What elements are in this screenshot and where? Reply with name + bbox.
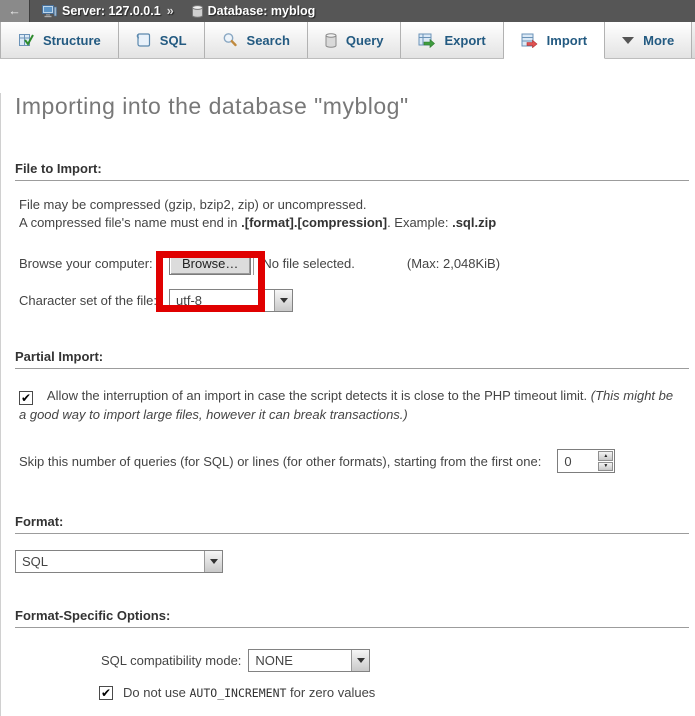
tab-label: Search bbox=[247, 33, 290, 48]
tab-label: Export bbox=[444, 33, 485, 48]
tab-bar: Structure SQL Search Query Export Import… bbox=[0, 22, 695, 59]
tab-export[interactable]: Export bbox=[401, 22, 503, 58]
section-heading-format-specific: Format-Specific Options: bbox=[15, 608, 689, 628]
charset-label: Character set of the file: bbox=[19, 293, 169, 308]
select-dropdown-button[interactable] bbox=[204, 551, 222, 572]
auto-increment-code: AUTO_INCREMENT bbox=[190, 686, 287, 700]
skip-queries-label: Skip this number of queries (for SQL) or… bbox=[19, 454, 541, 469]
skip-queries-spinner[interactable]: 0 ▲ ▼ bbox=[557, 449, 615, 473]
server-icon bbox=[42, 5, 57, 18]
no-file-selected-text: No file selected. bbox=[262, 256, 355, 271]
tab-sql[interactable]: SQL bbox=[119, 22, 205, 58]
sql-zip-example: .sql.zip bbox=[452, 215, 496, 230]
format-select[interactable]: SQL bbox=[15, 550, 223, 573]
auto-increment-row: ✔ Do not use AUTO_INCREMENT for zero val… bbox=[99, 685, 695, 700]
file-upload-row: Browse your computer: Browse… No file se… bbox=[19, 252, 695, 275]
file-input-divider bbox=[253, 253, 254, 275]
dropdown-arrow-icon bbox=[280, 298, 288, 303]
browse-button[interactable]: Browse… bbox=[169, 252, 251, 275]
database-icon bbox=[192, 5, 203, 18]
compression-info-line1: File may be compressed (gzip, bzip2, zip… bbox=[19, 196, 685, 213]
breadcrumb-separator: » bbox=[167, 4, 174, 18]
chevron-down-icon bbox=[622, 37, 634, 44]
page-title: Importing into the database "myblog" bbox=[15, 93, 695, 120]
charset-row: Character set of the file: utf-8 bbox=[19, 289, 695, 312]
auto-increment-label: Do not use AUTO_INCREMENT for zero value… bbox=[123, 685, 375, 700]
format-selected-value: SQL bbox=[16, 551, 204, 572]
skip-queries-row: Skip this number of queries (for SQL) or… bbox=[19, 449, 695, 473]
query-icon bbox=[325, 33, 337, 48]
tab-structure[interactable]: Structure bbox=[0, 22, 119, 58]
back-button[interactable]: ← bbox=[0, 0, 30, 22]
dropdown-arrow-icon bbox=[210, 559, 218, 564]
structure-icon bbox=[18, 32, 34, 48]
dropdown-arrow-icon bbox=[357, 658, 365, 663]
tab-import[interactable]: Import bbox=[504, 22, 605, 59]
auto-increment-checkbox[interactable]: ✔ bbox=[99, 686, 113, 700]
breadcrumb-bar: ← Server: 127.0.0.1 » Database: myblog bbox=[0, 0, 695, 22]
breadcrumb-database[interactable]: Database: myblog bbox=[208, 4, 316, 18]
max-size-note: (Max: 2,048KiB) bbox=[407, 256, 500, 271]
select-dropdown-button[interactable] bbox=[274, 290, 292, 311]
compression-info-line2: A compressed file's name must end in .[f… bbox=[19, 214, 685, 231]
import-page: Importing into the database "myblog" Fil… bbox=[0, 93, 695, 716]
allow-interruption-row: ✔ Allow the interruption of an import in… bbox=[19, 386, 681, 424]
select-dropdown-button[interactable] bbox=[351, 650, 369, 671]
import-icon bbox=[521, 33, 538, 48]
export-icon bbox=[418, 33, 435, 48]
search-icon bbox=[222, 32, 238, 48]
tab-label: SQL bbox=[160, 33, 187, 48]
spinner-buttons: ▲ ▼ bbox=[597, 450, 614, 472]
breadcrumb-server[interactable]: Server: 127.0.0.1 bbox=[62, 4, 161, 18]
section-heading-file-to-import: File to Import: bbox=[15, 161, 689, 181]
sql-icon bbox=[136, 32, 151, 48]
spinner-down-button[interactable]: ▼ bbox=[598, 462, 613, 472]
sql-compat-label: SQL compatibility mode: bbox=[101, 653, 241, 668]
sql-compat-selected-value: NONE bbox=[249, 650, 351, 671]
allow-interruption-checkbox[interactable]: ✔ bbox=[19, 391, 33, 405]
browse-label: Browse your computer: bbox=[19, 256, 169, 271]
skip-queries-value: 0 bbox=[558, 450, 597, 472]
tab-label: Query bbox=[346, 33, 384, 48]
charset-select[interactable]: utf-8 bbox=[169, 289, 293, 312]
section-heading-partial-import: Partial Import: bbox=[15, 349, 689, 369]
tab-search[interactable]: Search bbox=[205, 22, 308, 58]
tab-label: Structure bbox=[43, 33, 101, 48]
spinner-up-button[interactable]: ▲ bbox=[598, 451, 613, 461]
section-heading-format: Format: bbox=[15, 514, 689, 534]
tab-more[interactable]: More bbox=[605, 22, 692, 58]
format-compression-pattern: .[format].[compression] bbox=[241, 215, 387, 230]
back-arrow-icon: ← bbox=[8, 4, 21, 18]
format-select-row: SQL bbox=[15, 550, 695, 573]
tab-label: More bbox=[643, 33, 674, 48]
allow-interruption-label: Allow the interruption of an import in c… bbox=[47, 388, 591, 403]
tab-label: Import bbox=[547, 33, 587, 48]
charset-selected-value: utf-8 bbox=[170, 290, 274, 311]
sql-compat-row: SQL compatibility mode: NONE bbox=[101, 649, 695, 672]
tab-query[interactable]: Query bbox=[308, 22, 402, 58]
sql-compat-select[interactable]: NONE bbox=[248, 649, 370, 672]
